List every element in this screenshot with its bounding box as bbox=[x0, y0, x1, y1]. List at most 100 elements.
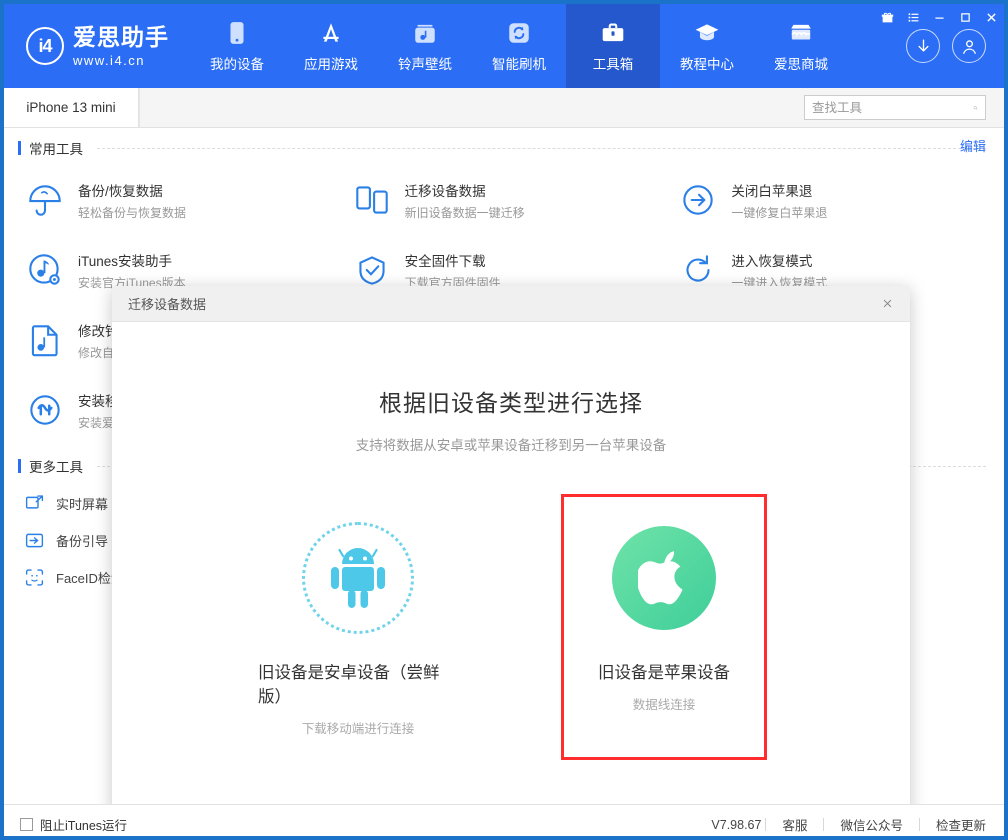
android-icon-wrap bbox=[299, 519, 417, 637]
tool-name: 进入恢复模式 bbox=[731, 253, 813, 269]
dialog-body: 根据旧设备类型进行选择 支持将数据从安卓或苹果设备迁移到另一台苹果设备 旧设备是… bbox=[112, 322, 910, 804]
tool-desc: 轻松备份与恢复数据 bbox=[78, 205, 187, 220]
shop-icon bbox=[791, 24, 811, 39]
nav-label: 我的设备 bbox=[210, 56, 264, 72]
tool-name: 备份/恢复数据 bbox=[78, 183, 163, 199]
nav-item-tutorial-center[interactable]: 教程中心 bbox=[660, 4, 754, 88]
android-robot-icon bbox=[331, 548, 385, 608]
device-tab[interactable]: iPhone 13 mini bbox=[4, 88, 139, 127]
apple-logo-icon bbox=[638, 551, 683, 605]
app-header: i4 爱思助手 www.i4.cn 我的设备 应用游戏 铃声壁纸 智能刷机 工具… bbox=[4, 4, 1004, 88]
tool-name: 迁移设备数据 bbox=[404, 183, 486, 199]
brand-logo[interactable]: i4 爱思助手 www.i4.cn bbox=[4, 4, 190, 88]
brand-title: 爱思助手 bbox=[73, 23, 169, 50]
screen-icon bbox=[25, 495, 44, 509]
dialog-header: 迁移设备数据 bbox=[112, 286, 910, 322]
install-icon bbox=[30, 395, 60, 425]
more-name: 备份引导 bbox=[56, 534, 109, 549]
faceid-icon bbox=[25, 569, 44, 586]
graduation-icon bbox=[695, 23, 719, 40]
nav-label: 爱思商城 bbox=[774, 56, 828, 72]
nav-item-smart-flash[interactable]: 智能刷机 bbox=[472, 4, 566, 88]
maximize-icon bbox=[960, 12, 970, 22]
block-itunes-checkbox[interactable]: 阻止iTunes运行 bbox=[20, 815, 127, 834]
version-label: V7.98.67 bbox=[711, 817, 762, 832]
subbar-spacer bbox=[139, 88, 1004, 127]
user-icon bbox=[962, 39, 976, 54]
nav-label: 铃声壁纸 bbox=[398, 56, 452, 72]
section-accent-bar bbox=[18, 459, 21, 473]
section-title: 常用工具 bbox=[29, 142, 83, 157]
option-card-apple[interactable]: 旧设备是苹果设备 数据线连接 bbox=[561, 494, 767, 760]
edit-link[interactable]: 编辑 bbox=[960, 136, 986, 155]
flash-icon bbox=[509, 22, 529, 43]
section-accent-bar bbox=[18, 141, 21, 155]
menu-button[interactable] bbox=[900, 4, 926, 30]
nav-item-toolbox[interactable]: 工具箱 bbox=[566, 4, 660, 88]
tool-desc: 新旧设备数据一键迁移 bbox=[404, 205, 525, 220]
toolbox-icon bbox=[602, 23, 624, 41]
application-window: i4 爱思助手 www.i4.cn 我的设备 应用游戏 铃声壁纸 智能刷机 工具… bbox=[0, 0, 1008, 840]
status-bar: 阻止iTunes运行 V7.98.67 客服 微信公众号 检查更新 bbox=[4, 804, 1004, 836]
umbrella-icon bbox=[29, 185, 61, 216]
nav-label: 工具箱 bbox=[592, 56, 634, 72]
tool-name: 安全固件下载 bbox=[404, 253, 486, 269]
phone-icon bbox=[230, 21, 244, 44]
option-card-android[interactable]: 旧设备是安卓设备（尝鲜版） 下载移动端进行连接 bbox=[255, 494, 461, 760]
green-circle bbox=[612, 526, 716, 630]
dialog-title: 迁移设备数据 bbox=[128, 297, 207, 312]
checkbox-box[interactable] bbox=[20, 818, 33, 831]
tool-desc: 一键修复白苹果退 bbox=[731, 205, 828, 220]
account-button[interactable] bbox=[952, 29, 986, 63]
status-bar-right: V7.98.67 客服 微信公众号 检查更新 bbox=[711, 815, 986, 834]
itunes-icon bbox=[29, 254, 60, 285]
section-divider bbox=[97, 147, 986, 149]
download-icon bbox=[917, 38, 929, 52]
menu-icon bbox=[908, 12, 918, 22]
nav-item-ringtone-wallpaper[interactable]: 铃声壁纸 bbox=[378, 4, 472, 88]
tool-item-backup-restore[interactable]: 备份/恢复数据 轻松备份与恢复数据 bbox=[14, 170, 341, 230]
dialog-close-button[interactable] bbox=[876, 293, 898, 315]
tool-name: iTunes安装助手 bbox=[78, 253, 173, 269]
nav-item-my-device[interactable]: 我的设备 bbox=[190, 4, 284, 88]
wechat-link[interactable]: 微信公众号 bbox=[824, 815, 919, 834]
checkbox-label: 阻止iTunes运行 bbox=[40, 819, 128, 833]
section-header-common-tools: 常用工具 bbox=[4, 138, 1004, 158]
tool-item-fix-white-apple[interactable]: 关闭白苹果退 一键修复白苹果退 bbox=[667, 170, 994, 230]
download-button[interactable] bbox=[906, 29, 940, 63]
card-subtitle: 数据线连接 bbox=[632, 698, 696, 712]
nav-label: 教程中心 bbox=[680, 56, 734, 72]
nav-item-apps-games[interactable]: 应用游戏 bbox=[284, 4, 378, 88]
tool-item-migrate-device-data[interactable]: 迁移设备数据 新旧设备数据一键迁移 bbox=[341, 170, 668, 230]
firmware-icon bbox=[359, 256, 385, 285]
exit-icon bbox=[683, 185, 714, 215]
dialog-heading: 根据旧设备类型进行选择 bbox=[379, 390, 643, 416]
gift-button[interactable] bbox=[874, 4, 900, 30]
close-button[interactable] bbox=[978, 4, 1004, 30]
search-input[interactable] bbox=[812, 100, 973, 115]
migrate-data-dialog: 迁移设备数据 根据旧设备类型进行选择 支持将数据从安卓或苹果设备迁移到另一台苹果… bbox=[112, 286, 910, 804]
check-update-link[interactable]: 检查更新 bbox=[920, 815, 986, 834]
main-nav: 我的设备 应用游戏 铃声壁纸 智能刷机 工具箱 教程中心 爱思商城 bbox=[190, 4, 874, 88]
nav-item-shop[interactable]: 爱思商城 bbox=[754, 4, 848, 88]
appstore-icon bbox=[323, 22, 339, 42]
minimize-button[interactable] bbox=[926, 4, 952, 30]
support-link[interactable]: 客服 bbox=[766, 815, 823, 834]
card-title: 旧设备是安卓设备（尝鲜版） bbox=[258, 664, 440, 706]
dotted-ring bbox=[302, 522, 414, 634]
search-box[interactable] bbox=[804, 95, 986, 120]
nav-label: 应用游戏 bbox=[304, 56, 358, 72]
minimize-icon bbox=[934, 17, 944, 19]
logo-mark-icon: i4 bbox=[26, 27, 64, 65]
dialog-subheading: 支持将数据从安卓或苹果设备迁移到另一台苹果设备 bbox=[355, 438, 667, 453]
close-icon bbox=[883, 299, 891, 308]
card-title: 旧设备是苹果设备 bbox=[598, 664, 730, 682]
maximize-button[interactable] bbox=[952, 4, 978, 30]
gift-icon bbox=[881, 12, 893, 22]
search-icon[interactable] bbox=[973, 101, 978, 115]
tool-name: 关闭白苹果退 bbox=[731, 183, 813, 199]
device-type-options: 旧设备是安卓设备（尝鲜版） 下载移动端进行连接 旧设备是苹果设备 数据线连接 bbox=[255, 494, 767, 760]
ringtone-icon bbox=[415, 24, 435, 43]
body-area: 编辑 常用工具 备份/恢复数据 轻松备份与恢复数据 迁移设备数据 新旧设备数据一… bbox=[4, 128, 1004, 804]
backup-guide-icon bbox=[25, 533, 44, 548]
